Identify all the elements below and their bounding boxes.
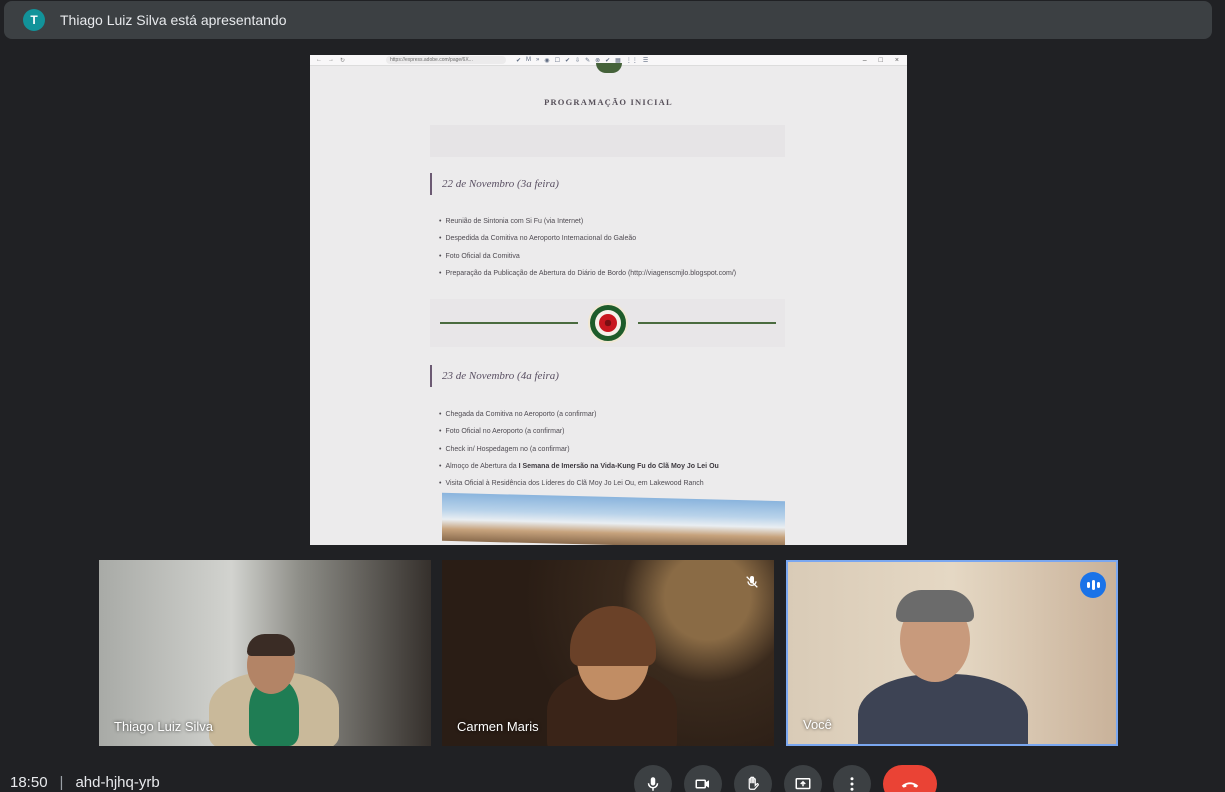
clock: 18:50 <box>10 774 48 791</box>
back-icon: ← <box>316 56 322 63</box>
day1-list: Reunião de Sintonia com Si Fu (via Inter… <box>439 213 736 282</box>
day-heading-23: 23 de Novembro (4a feira) <box>430 365 559 387</box>
presenting-banner: T Thiago Luiz Silva está apresentando <box>4 1 1212 39</box>
participant-name: Você <box>803 717 832 732</box>
maximize-icon: □ <box>878 56 883 64</box>
list-item: Visita Oficial à Residência dos Líderes … <box>439 475 719 492</box>
raise-hand-icon <box>748 776 759 790</box>
ranch-photo <box>442 492 785 545</box>
camera-icon <box>695 779 709 789</box>
list-item: Check in/ Hospedagem no (a confirmar) <box>439 441 719 458</box>
mic-icon <box>647 777 659 791</box>
section-divider <box>430 299 785 347</box>
list-item: Chegada da Comitiva no Aeroporto (a conf… <box>439 406 719 423</box>
mic-off-icon <box>746 576 758 588</box>
speaking-indicator-icon <box>1080 572 1106 598</box>
present-icon <box>795 778 811 790</box>
separator: | <box>59 774 64 791</box>
presenter-avatar: T <box>23 9 45 31</box>
meeting-info: 18:50 | ahd-hjhq-yrb <box>10 774 160 791</box>
list-item: Despedida da Comitiva no Aeroporto Inter… <box>439 230 736 247</box>
forward-icon: → <box>328 56 334 63</box>
mic-button[interactable] <box>634 765 672 792</box>
list-item: Foto Oficial no Aeroporto (a confirmar) <box>439 423 719 440</box>
participant-tile-thiago[interactable]: Thiago Luiz Silva <box>99 560 431 746</box>
leave-call-button[interactable] <box>883 765 937 792</box>
shared-screen[interactable]: ← → ↻ https://express.adobe.com/page/6X.… <box>310 55 907 545</box>
content-block <box>430 125 785 157</box>
more-options-icon <box>850 777 854 791</box>
clan-emblem-icon <box>588 303 628 343</box>
day2-list: Chegada da Comitiva no Aeroporto (a conf… <box>439 406 719 492</box>
minimize-icon: – <box>862 56 867 64</box>
present-now-button[interactable] <box>784 765 822 792</box>
list-item: Foto Oficial da Comitiva <box>439 248 736 265</box>
raise-hand-button[interactable] <box>734 765 772 792</box>
reload-icon: ↻ <box>340 57 346 64</box>
list-item: Reunião de Sintonia com Si Fu (via Inter… <box>439 213 736 230</box>
meeting-code: ahd-hjhq-yrb <box>75 774 160 791</box>
emblem-top <box>596 63 622 73</box>
participant-name: Carmen Maris <box>457 719 539 734</box>
extensions-icons: ✔ M» ◉ ☐ ✔ ⇩ ✎ ⊗ ✔ ▦ ⋮⋮ ☰ <box>516 56 649 64</box>
list-item: Almoço de Abertura da I Semana de Imersã… <box>439 458 718 475</box>
address-bar: https://express.adobe.com/page/6X... <box>386 56 506 64</box>
close-icon: × <box>894 56 899 64</box>
participant-tile-self[interactable]: Você <box>786 560 1118 746</box>
more-options-button[interactable] <box>833 765 871 792</box>
camera-button[interactable] <box>684 765 722 792</box>
participant-name: Thiago Luiz Silva <box>114 719 213 734</box>
page-title: PROGRAMAÇÃO INICIAL <box>544 97 673 107</box>
presenting-label: Thiago Luiz Silva está apresentando <box>60 12 287 28</box>
list-item: Preparação da Publicação de Abertura do … <box>439 265 736 282</box>
hang-up-icon <box>901 782 919 788</box>
day-heading-22: 22 de Novembro (3a feira) <box>430 173 559 195</box>
participant-tile-carmen[interactable]: Carmen Maris <box>442 560 774 746</box>
